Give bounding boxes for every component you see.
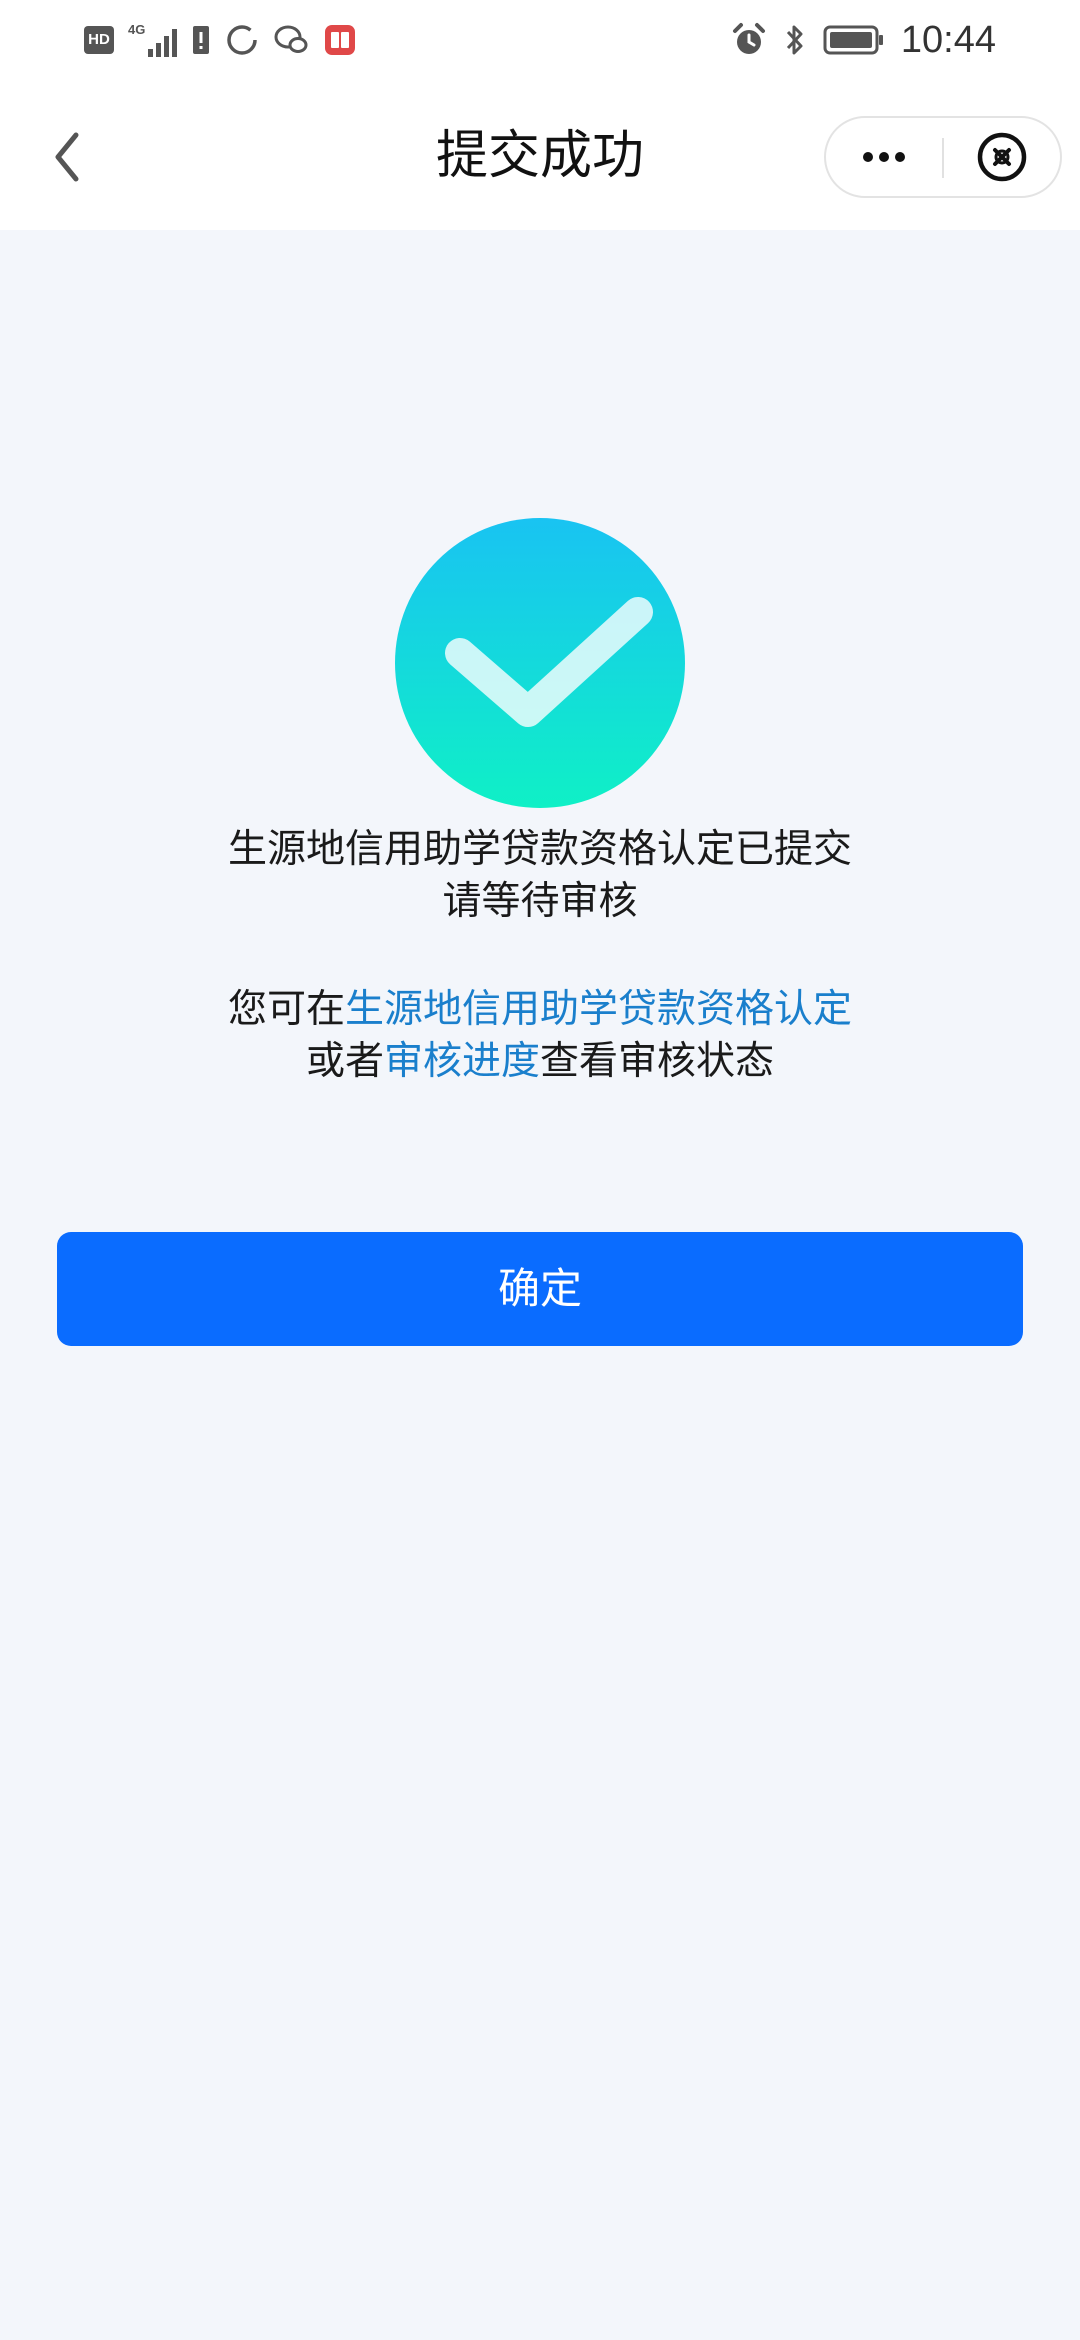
sim-alert-icon	[193, 26, 210, 54]
circle-app-icon	[227, 25, 258, 55]
review-progress-link[interactable]: 审核进度	[384, 1039, 540, 1084]
hint-or-text: 或者	[305, 1039, 384, 1084]
hint-suffix: 查看审核状态	[540, 1039, 775, 1084]
check-circle-icon	[395, 518, 685, 808]
mini-program-capsule	[824, 116, 1062, 198]
hd-icon: HD	[84, 26, 114, 54]
signal-icon: 4G	[128, 22, 178, 57]
alarm-icon	[732, 23, 765, 54]
close-button[interactable]	[946, 118, 1060, 196]
result-hint-line2: 或者审核进度查看审核状态	[0, 1036, 1080, 1088]
more-dots-icon	[863, 152, 905, 162]
close-circle-icon	[977, 132, 1027, 182]
book-app-icon	[325, 25, 356, 55]
status-bar: HD 4G 10:44	[0, 0, 1080, 80]
signal-bars	[148, 27, 178, 57]
chat-icon	[274, 25, 308, 53]
qualification-link[interactable]: 生源地信用助学贷款资格认定	[345, 987, 852, 1032]
capsule-divider	[942, 138, 944, 178]
status-time: 10:44	[900, 18, 996, 61]
navigation-bar: 提交成功	[0, 80, 1080, 230]
result-hint-line1: 您可在生源地信用助学贷款资格认定	[0, 984, 1080, 1036]
result-message-line1: 生源地信用助学贷款资格认定已提交	[227, 827, 852, 872]
confirm-button[interactable]: 确定	[57, 1232, 1023, 1346]
status-right-icons: 10:44	[731, 18, 996, 61]
result-message-line2: 请等待审核	[442, 879, 638, 924]
battery-icon	[823, 25, 883, 55]
more-button[interactable]	[826, 118, 942, 196]
network-type-label: 4G	[128, 22, 146, 37]
bluetooth-icon	[786, 25, 803, 55]
hint-prefix: 您可在	[227, 987, 345, 1032]
status-left-icons: HD 4G	[84, 22, 357, 58]
